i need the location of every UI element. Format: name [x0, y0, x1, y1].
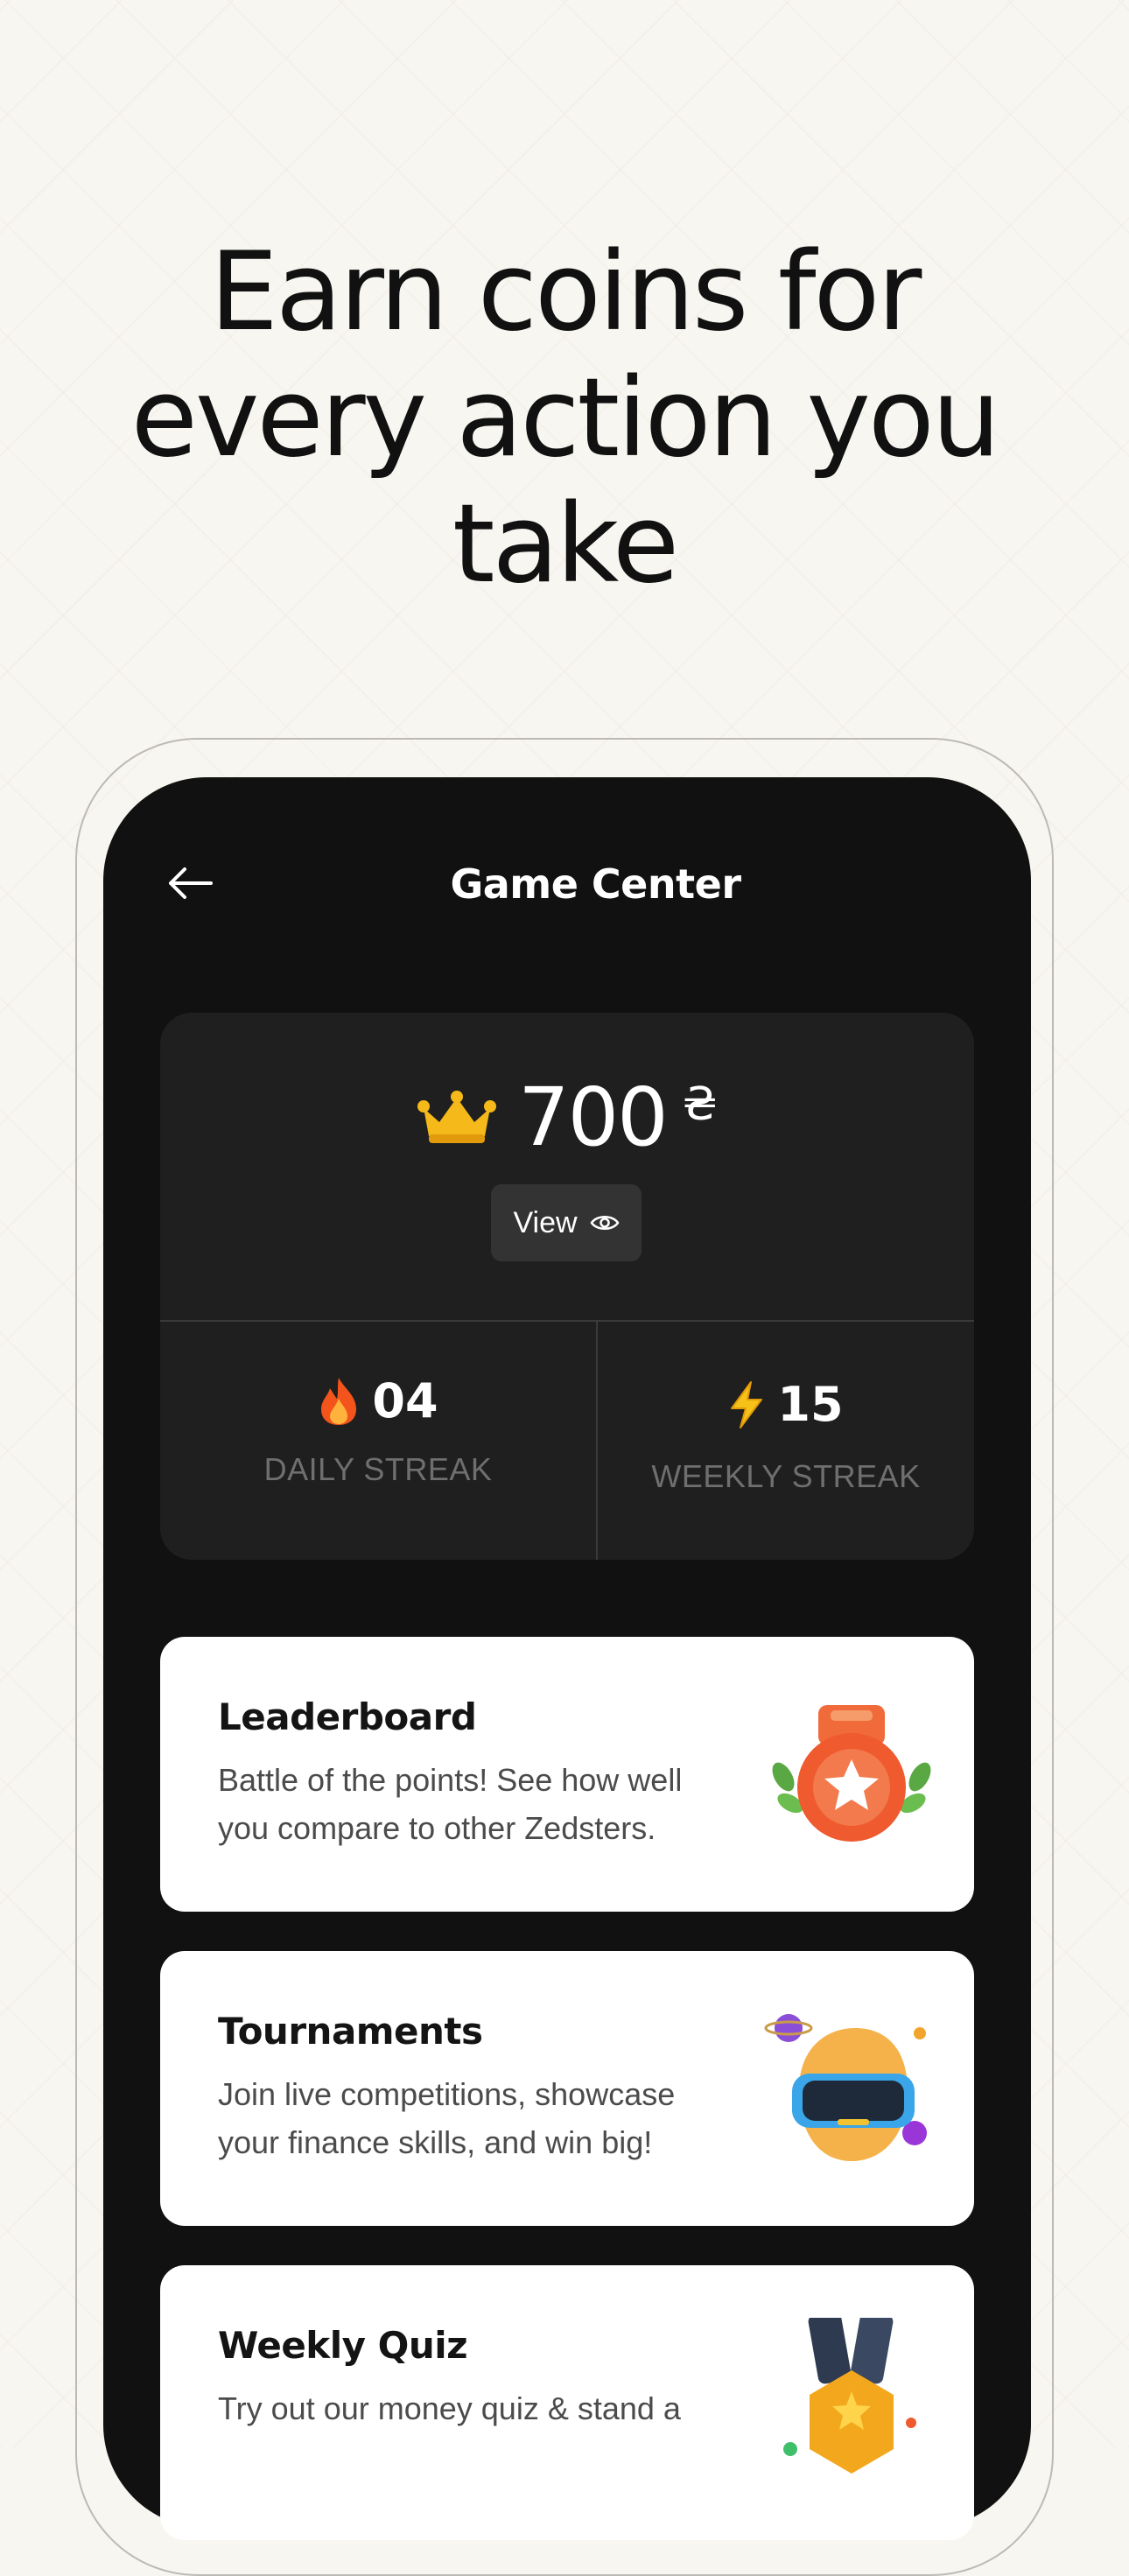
coin-value: 700 — [518, 1070, 669, 1164]
quiz-badge-icon — [783, 2318, 916, 2474]
leaderboard-card[interactable]: Leaderboard Battle of the points! See ho… — [160, 1637, 974, 1912]
vr-avatar-icon — [764, 2014, 927, 2161]
lightning-icon — [731, 1381, 763, 1428]
crown-icon — [417, 1091, 497, 1143]
fire-icon — [321, 1378, 357, 1425]
tournaments-title: Tournaments — [218, 2010, 483, 2053]
weekly-quiz-description: Try out our money quiz & stand a — [218, 2390, 681, 2426]
currency-symbol: ₴ — [682, 1078, 718, 1131]
headline-line-3: take — [452, 481, 679, 607]
daily-streak: 04 DAILY STREAK — [160, 1322, 596, 1560]
weekly-streak-value: 15 — [777, 1377, 844, 1432]
weekly-streak-label: WEEKLY STREAK — [651, 1458, 921, 1494]
coins-card: 700 ₴ View 04 DAILY STREAK 15 WEEKLY STR… — [160, 1013, 974, 1560]
leaderboard-title: Leaderboard — [218, 1695, 477, 1738]
weekly-streak: 15 WEEKLY STREAK — [598, 1322, 974, 1560]
leaderboard-description: Battle of the points! See how well you c… — [218, 1762, 683, 1846]
weekly-quiz-card[interactable]: Weekly Quiz Try out our money quiz & sta… — [160, 2265, 974, 2540]
screen-title: Game Center — [450, 860, 741, 908]
coin-balance: 700 ₴ — [160, 1074, 974, 1162]
headline-line-2: every action you — [130, 355, 1001, 481]
medal-icon — [772, 1705, 931, 1842]
daily-streak-label: DAILY STREAK — [263, 1451, 493, 1487]
headline-line-1: Earn coins for — [209, 229, 922, 355]
tournaments-card[interactable]: Tournaments Join live competitions, show… — [160, 1951, 974, 2226]
weekly-quiz-title: Weekly Quiz — [218, 2324, 468, 2367]
tournaments-description: Join live competitions, showcase your fi… — [218, 2076, 676, 2160]
view-button[interactable]: View — [491, 1184, 642, 1261]
eye-icon — [590, 1216, 620, 1230]
daily-streak-value: 04 — [372, 1373, 438, 1428]
view-label: View — [513, 1205, 578, 1239]
headline: Earn coins for every action you take — [0, 229, 1129, 607]
